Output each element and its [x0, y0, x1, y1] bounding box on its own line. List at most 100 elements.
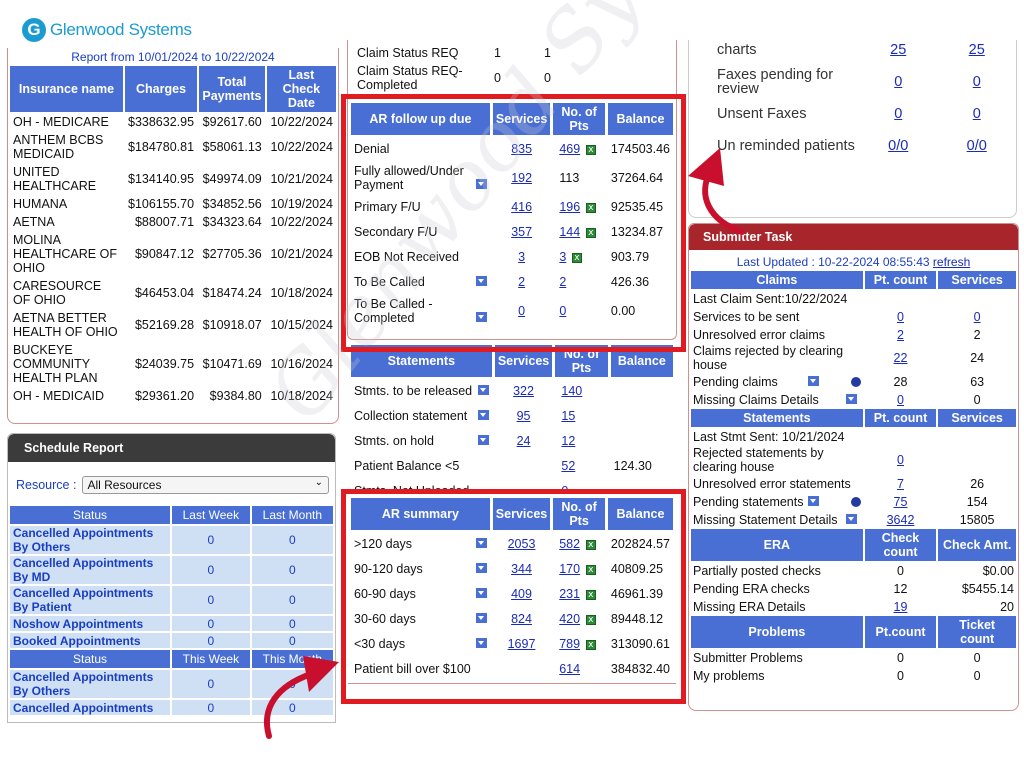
statements-pts-value[interactable]: 12 [561, 434, 575, 448]
submitter-pt-value[interactable]: 7 [897, 477, 904, 491]
submitter-pt-value[interactable]: 0 [897, 310, 904, 324]
dropdown-arrow-icon[interactable] [477, 435, 489, 445]
submitter-label-cell: Missing Claims Details [691, 391, 863, 408]
era-label: Pending ERA checks [693, 581, 810, 596]
glenwood-logo-icon: G [22, 18, 46, 42]
submitter-col-header: Check Amt. [938, 529, 1016, 561]
resource-select-value: All Resources [87, 478, 162, 492]
fax-count-link[interactable]: 0 [894, 106, 902, 122]
dropdown-arrow-icon[interactable] [477, 410, 489, 420]
insurance-value: 10/22/2024 [270, 140, 333, 154]
dropdown-arrow-icon[interactable] [807, 495, 819, 506]
schedule-col-header: Last Week [172, 506, 250, 524]
statements-label-cell: Patient Balance <5 [351, 455, 492, 477]
submitter-row: Pending statements 75 154 [691, 493, 1016, 510]
fax-count-link[interactable]: 0 [894, 74, 902, 90]
problem-count: 0 [897, 668, 904, 683]
resource-select[interactable]: All Resources ⌄ [82, 476, 329, 494]
schedule-status: Cancelled Appointments [10, 700, 170, 715]
last-sent-text: Last Claim Sent:10/22/2024 [693, 291, 848, 306]
statements-services-cell: 95 [495, 405, 553, 427]
submitter-pt-value[interactable]: 0 [897, 393, 904, 407]
insurance-col-header: Insurance name [10, 66, 123, 112]
fax-count-link[interactable]: 25 [890, 42, 906, 58]
dropdown-arrow-icon[interactable] [807, 375, 819, 386]
schedule-status: Noshow Appointments [10, 616, 170, 631]
submitter-label-cell: Services to be sent [691, 308, 863, 325]
submitter-pt-value[interactable]: 22 [894, 351, 908, 365]
insurance-value: $106155.70 [128, 197, 195, 211]
submitter-svc-value: 15805 [959, 512, 995, 527]
submitter-header-row: Claims Pt. count Services [691, 271, 1016, 289]
arrow-left-icon [264, 656, 339, 739]
info-icon[interactable] [850, 496, 861, 507]
claim-status-count: 0 [544, 71, 551, 85]
fax-count-link[interactable]: 25 [969, 42, 985, 58]
insurance-value: 10/19/2024 [270, 197, 333, 211]
insurance-value: $10471.69 [202, 357, 262, 371]
fax-count-link[interactable]: 0 [973, 74, 981, 90]
refresh-link[interactable]: refresh [933, 255, 970, 269]
schedule-status: Cancelled Appointments By Others [10, 670, 170, 698]
statements-services-link[interactable]: 95 [517, 409, 531, 423]
submitter-services: 0 [938, 308, 1016, 325]
statements-pts-value[interactable]: 140 [561, 384, 582, 398]
schedule-count: 0 [172, 700, 250, 715]
claim-status-label: Claim Status REQ-Completed [357, 64, 463, 92]
claim-status-label: Claim Status REQ [357, 46, 459, 60]
dropdown-arrow-icon[interactable] [845, 393, 857, 404]
statements-services-cell [495, 455, 553, 477]
fax-count-link[interactable]: 0 [973, 106, 981, 122]
dropdown-arrow-icon[interactable] [845, 513, 857, 524]
submitter-row: Missing Statement Details 3642 15805 [691, 511, 1016, 528]
insurance-row: AETNA $88007.71 $34323.64 10/22/2024 [10, 214, 336, 230]
submitter-pt-value[interactable]: 2 [897, 328, 904, 342]
schedule-count: 0 [172, 616, 250, 631]
insurance-value: $90847.12 [134, 247, 195, 261]
schedule-count: 0 [251, 586, 333, 614]
submitter-header-row: Statements Pt. count Services [691, 409, 1016, 427]
era-count-value[interactable]: 19 [894, 600, 908, 614]
insurance-row: OH - MEDICAID $29361.20 $9384.80 10/18/2024 [10, 388, 336, 404]
insurance-col-header: Charges [125, 66, 198, 112]
schedule-count: 0 [251, 633, 333, 648]
schedule-status: Booked Appointments [10, 633, 170, 648]
submitter-pt-value[interactable]: 3642 [887, 513, 915, 527]
insurance-value: $134140.95 [128, 172, 195, 186]
submitter-header-row: ERA Check count Check Amt. [691, 529, 1016, 561]
report-range: Report from 10/01/2024 to 10/22/2024 [71, 50, 275, 64]
submitter-label: Missing Claims Details [693, 392, 819, 407]
submitter-pt-count: 7 [865, 475, 937, 492]
submitter-pt-value[interactable]: 0 [897, 453, 904, 467]
statements-services-link[interactable]: 24 [517, 434, 531, 448]
fax-count-link[interactable]: 0/0 [967, 138, 987, 154]
statements-pts-value[interactable]: 15 [561, 409, 575, 423]
submitter-label-cell: Pending claims [691, 373, 863, 390]
insurance-row: HUMANA $106155.70 $34852.56 10/19/2024 [10, 196, 336, 212]
statements-row: Stmts. on hold 24 12 [351, 430, 673, 452]
submitter-row: Services to be sent 0 0 [691, 308, 1016, 325]
fax-count-link[interactable]: 0/0 [888, 138, 908, 154]
submitter-row: Unresolved error claims 2 2 [691, 326, 1016, 343]
insurance-value: 10/21/2024 [270, 172, 333, 186]
insurance-value: $34852.56 [202, 197, 262, 211]
submitter-pt-value[interactable]: 75 [894, 495, 908, 509]
submitter-svc-value: 2 [973, 327, 981, 342]
statements-services-cell: 322 [495, 380, 553, 402]
fax-count: 0 [859, 66, 938, 98]
insurance-value: 10/21/2024 [270, 247, 333, 261]
insurance-value: $24039.75 [134, 357, 195, 371]
info-icon[interactable] [850, 376, 861, 387]
fax-label-text: charts [717, 42, 757, 58]
statements-pts-value[interactable]: 52 [561, 459, 575, 473]
insurance-row: ANTHEM BCBS MEDICAID $184780.81 $58061.13 1… [10, 132, 336, 162]
submitter-row: Unresolved error statements 7 26 [691, 475, 1016, 492]
insurance-value: 10/15/2024 [270, 318, 333, 332]
claim-status-row: Claim Status REQ 1 1 [354, 45, 589, 61]
era-row: Pending ERA checks 12 $5455.14 [691, 580, 1016, 597]
statements-services-link[interactable]: 322 [513, 384, 534, 398]
fax-label: charts [689, 40, 859, 66]
submitter-svc-value[interactable]: 0 [974, 310, 981, 324]
submitter-label: Unresolved error claims [693, 327, 825, 342]
dropdown-arrow-icon[interactable] [477, 385, 489, 395]
